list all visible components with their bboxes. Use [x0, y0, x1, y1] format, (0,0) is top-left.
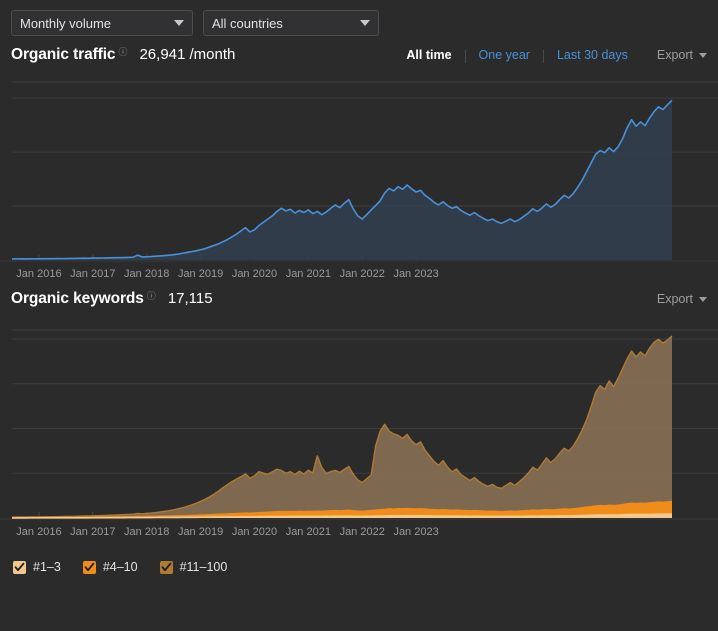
- range-all-time[interactable]: All time: [393, 48, 464, 62]
- country-select[interactable]: All countries: [203, 10, 379, 36]
- svg-text:Jan 2016: Jan 2016: [16, 268, 61, 280]
- organic-keywords-chart[interactable]: 5.0K10.0K15.0K20.0KJan 2016Jan 2017Jan 2…: [0, 326, 718, 554]
- svg-text:Jan 2023: Jan 2023: [393, 268, 438, 280]
- checkbox-icon[interactable]: [82, 560, 96, 574]
- divider: [542, 49, 544, 63]
- info-icon[interactable]: ⓘ: [147, 289, 156, 302]
- export-label: Export: [656, 292, 693, 306]
- svg-text:Jan 2018: Jan 2018: [124, 526, 169, 538]
- chevron-down-icon: [699, 296, 707, 302]
- organic-overview-panel: Monthly volume All countries Organic tra…: [0, 0, 718, 631]
- range-selector: All time One year Last 30 days: [393, 48, 641, 63]
- export-keywords-button[interactable]: Export: [657, 292, 707, 306]
- svg-text:Jan 2021: Jan 2021: [286, 526, 331, 538]
- metric-select[interactable]: Monthly volume: [11, 10, 193, 36]
- svg-text:Jan 2020: Jan 2020: [232, 268, 277, 280]
- svg-text:Jan 2016: Jan 2016: [16, 526, 61, 538]
- organic-keywords-value: 17,115: [167, 290, 213, 307]
- chevron-down-icon: [699, 52, 707, 58]
- filter-bar: Monthly volume All countries: [0, 0, 718, 46]
- range-one-year[interactable]: One year: [466, 48, 543, 62]
- svg-text:Jan 2023: Jan 2023: [393, 526, 438, 538]
- checkbox-icon[interactable]: [159, 560, 173, 574]
- divider: [464, 49, 466, 63]
- legend-item-4-10[interactable]: #4–10: [82, 560, 138, 574]
- organic-keywords-plot: 5.0K10.0K15.0K20.0KJan 2016Jan 2017Jan 2…: [0, 329, 718, 538]
- country-select-label: All countries: [212, 15, 283, 31]
- svg-text:Jan 2019: Jan 2019: [178, 526, 223, 538]
- organic-traffic-header: Organic traffic ⓘ 26,941 /month All time…: [0, 46, 718, 80]
- organic-traffic-chart[interactable]: 10K20K30KJan 2016Jan 2017Jan 2018Jan 201…: [0, 80, 718, 290]
- svg-text:Jan 2022: Jan 2022: [340, 526, 385, 538]
- legend-item-1-3[interactable]: #1–3: [13, 560, 61, 574]
- metric-select-label: Monthly volume: [20, 15, 112, 31]
- info-icon[interactable]: ⓘ: [118, 45, 127, 58]
- export-label: Export: [656, 48, 693, 62]
- keyword-position-legend: #1–3 #4–10 #11–100: [0, 554, 718, 574]
- svg-text:Jan 2018: Jan 2018: [124, 268, 169, 280]
- svg-text:Jan 2017: Jan 2017: [70, 526, 115, 538]
- range-last-30-days[interactable]: Last 30 days: [544, 48, 641, 62]
- organic-traffic-value: 26,941 /month: [139, 46, 236, 63]
- export-traffic-button[interactable]: Export: [657, 48, 707, 62]
- page-title: Organic traffic: [11, 46, 116, 63]
- legend-label: #4–10: [102, 560, 138, 574]
- svg-text:Jan 2019: Jan 2019: [178, 268, 223, 280]
- svg-text:Jan 2020: Jan 2020: [232, 526, 277, 538]
- svg-text:Jan 2022: Jan 2022: [340, 268, 385, 280]
- organic-keywords-header: Organic keywords ⓘ 17,115 Export: [0, 290, 718, 326]
- legend-label: #11–100: [179, 560, 228, 574]
- organic-traffic-plot: 10K20K30KJan 2016Jan 2017Jan 2018Jan 201…: [0, 81, 718, 280]
- legend-item-11-100[interactable]: #11–100: [159, 560, 228, 574]
- svg-text:Jan 2021: Jan 2021: [286, 268, 331, 280]
- checkbox-icon[interactable]: [13, 560, 26, 574]
- organic-keywords-title: Organic keywords: [11, 290, 144, 307]
- chevron-down-icon: [360, 20, 370, 26]
- svg-text:Jan 2017: Jan 2017: [70, 268, 115, 280]
- legend-label: #1–3: [33, 560, 61, 574]
- chevron-down-icon: [174, 20, 184, 26]
